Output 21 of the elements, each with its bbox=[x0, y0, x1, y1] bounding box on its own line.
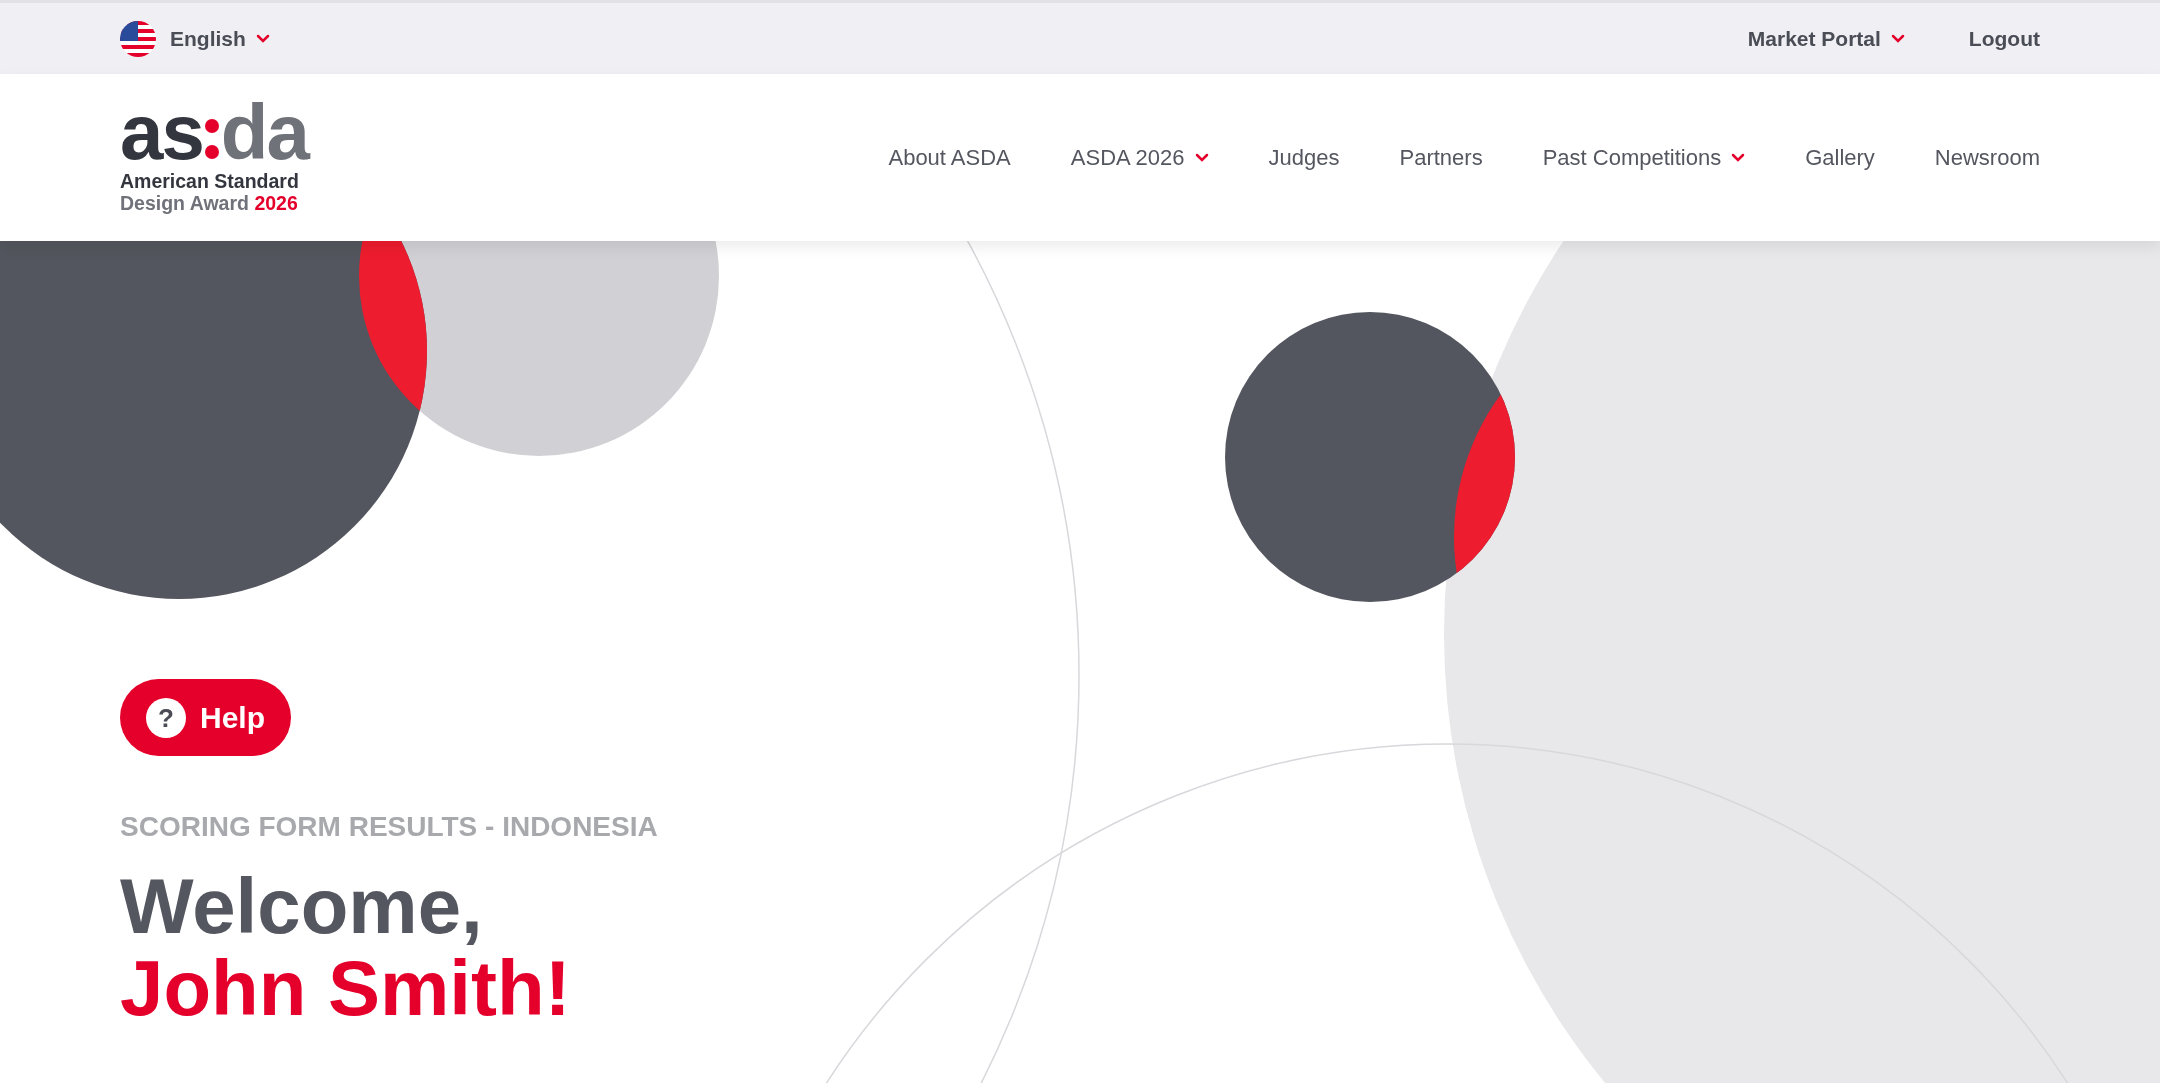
language-selector[interactable]: English bbox=[120, 20, 270, 57]
nav-link[interactable]: Newsroom bbox=[1934, 141, 2040, 174]
logo-wordmark: da bbox=[220, 100, 308, 164]
top-bar-link[interactable]: Market Portal bbox=[1747, 22, 1905, 55]
nav-link[interactable]: Partners bbox=[1399, 141, 1483, 174]
welcome-heading: Welcome, bbox=[120, 866, 484, 948]
section-eyebrow: SCORING FORM RESULTS - INDONESIA bbox=[120, 810, 659, 844]
nav-link[interactable]: ASDA 2026 bbox=[1070, 141, 1209, 174]
nav-link[interactable]: Judges bbox=[1268, 141, 1340, 174]
nav-link[interactable]: Past Competitions bbox=[1542, 141, 1746, 174]
logo-wordmark: as bbox=[120, 100, 203, 164]
top-bar-link[interactable]: Logout bbox=[1968, 22, 2040, 55]
us-flag-icon bbox=[120, 20, 156, 57]
nav-link[interactable]: Gallery bbox=[1805, 141, 1875, 174]
colon-dots-icon bbox=[204, 117, 219, 162]
nav-link[interactable]: About ASDA bbox=[888, 141, 1011, 174]
user-name-heading: John Smith! bbox=[120, 947, 572, 1030]
logo-tagline: Design Award 2026 bbox=[120, 192, 299, 215]
logo-tagline: American Standard bbox=[120, 171, 300, 193]
help-button[interactable]: ? Help bbox=[120, 679, 291, 756]
question-icon: ? bbox=[146, 697, 186, 738]
